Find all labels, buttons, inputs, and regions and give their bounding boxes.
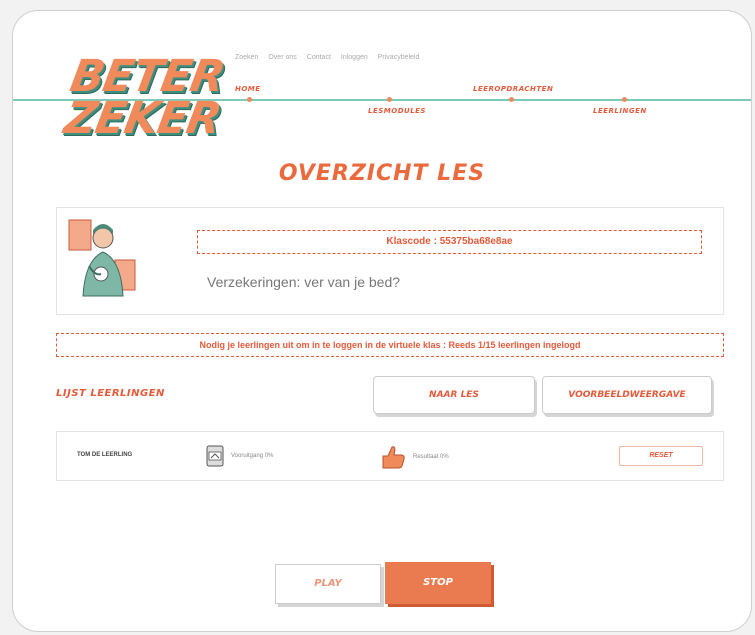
nav-item-leeropdrachten[interactable]: LEEROPDRACHTEN xyxy=(473,85,553,93)
result-stat: Resultaat 0% xyxy=(379,444,449,470)
result-label: Resultaat 0% xyxy=(413,454,449,460)
site-logo[interactable]: BETER ZEKER xyxy=(61,49,229,169)
student-list-title: LIJST LEERLINGEN xyxy=(56,388,165,399)
reset-button[interactable]: RESET xyxy=(619,446,703,466)
student-row: TOM DE LEERLING Vooruitgang 0% Resultaat… xyxy=(56,431,724,481)
app-window: BETER ZEKER Zoeken Over ons Contact Inlo… xyxy=(12,10,752,632)
thumbs-up-icon xyxy=(382,446,405,469)
nav-dot-leeropdrachten xyxy=(509,97,514,102)
topnav-link-about[interactable]: Over ons xyxy=(268,54,296,61)
teacher-illustration-icon xyxy=(67,216,139,300)
logo-word-2: ZEKER xyxy=(60,93,225,144)
lesson-name: Verzekeringen: ver van je bed? xyxy=(207,274,401,290)
top-navigation: Zoeken Over ons Contact Inloggen Privacy… xyxy=(235,54,419,61)
student-name: TOM DE LEERLING xyxy=(77,452,133,458)
nav-dot-lesmodules xyxy=(387,97,392,102)
nav-dot-home xyxy=(247,97,252,102)
play-button[interactable]: PLAY xyxy=(275,564,381,604)
topnav-link-contact[interactable]: Contact xyxy=(307,54,331,61)
progress-stat: Vooruitgang 0% xyxy=(205,444,273,468)
topnav-link-login[interactable]: Inloggen xyxy=(341,54,368,61)
nav-item-leerlingen[interactable]: LEERLINGEN xyxy=(593,107,647,115)
progress-label: Vooruitgang 0% xyxy=(231,453,274,459)
topnav-link-privacy[interactable]: Privacybeleid xyxy=(378,54,420,61)
progress-can-icon xyxy=(206,445,224,467)
topnav-link-search[interactable]: Zoeken xyxy=(235,54,258,61)
nav-dot-leerlingen xyxy=(622,97,627,102)
nav-item-home[interactable]: HOME xyxy=(235,85,261,93)
go-to-lesson-button[interactable]: NAAR LES xyxy=(373,376,535,414)
nav-item-lesmodules[interactable]: LESMODULES xyxy=(368,107,426,115)
lesson-info-box: Klascode : 55375ba68e8ae Verzekeringen: … xyxy=(56,207,724,315)
stop-button[interactable]: STOP xyxy=(385,562,491,604)
invite-students-banner: Nodig je leerlingen uit om in te loggen … xyxy=(56,333,724,357)
page-title: OVERZICHT LES xyxy=(278,161,486,186)
class-code-box: Klascode : 55375ba68e8ae xyxy=(197,230,702,254)
preview-button[interactable]: VOORBEELDWEERGAVE xyxy=(542,376,712,414)
